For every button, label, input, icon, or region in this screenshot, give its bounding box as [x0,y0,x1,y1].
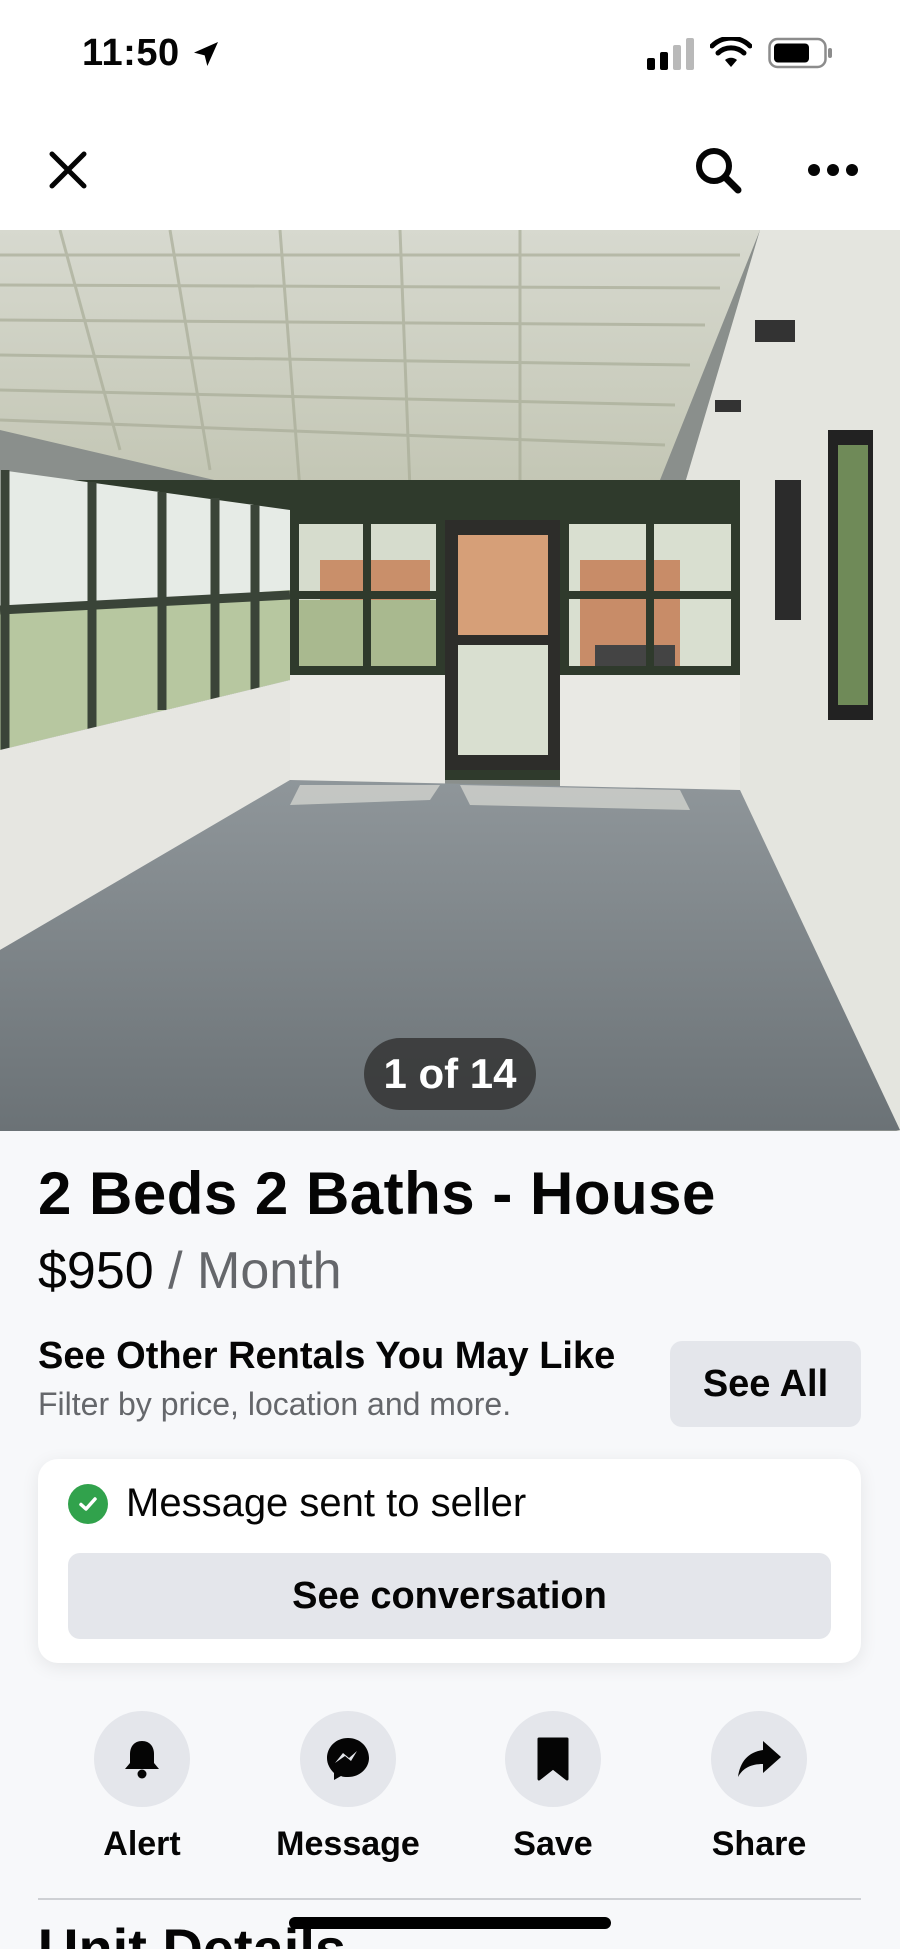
top-nav [0,110,900,230]
more-options-button[interactable] [801,138,865,202]
home-indicator[interactable] [289,1917,611,1929]
message-status: Message sent to seller [68,1481,526,1526]
message-button[interactable]: Message [248,1711,448,1864]
alert-button[interactable]: Alert [42,1711,242,1864]
close-icon [49,151,87,189]
section-divider [38,1898,861,1900]
share-circle [711,1711,807,1807]
message-label: Message [276,1825,420,1863]
sunroom-photo [0,230,900,1131]
messenger-icon [327,1738,369,1780]
close-button[interactable] [36,138,100,202]
message-circle [300,1711,396,1807]
bookmark-icon [537,1737,569,1781]
share-arrow-icon [738,1741,781,1777]
search-icon [696,148,742,194]
status-bar: 11:50 [0,0,900,110]
message-status-text: Message sent to seller [126,1481,527,1525]
action-bar: Alert Message Save Share [0,1711,900,1871]
status-icons [647,36,834,70]
battery-icon [768,37,832,69]
status-time-group: 11:50 [82,32,222,75]
listing-price: $950 / Month [38,1241,342,1301]
alert-label: Alert [103,1825,181,1863]
bell-icon [125,1741,159,1779]
listing-photo[interactable]: 1 of 14 [0,230,900,1131]
see-all-button[interactable]: See All [670,1341,861,1427]
other-rentals-subtext: Filter by price, location and more. [38,1386,512,1422]
save-label: Save [513,1825,593,1863]
message-sent-card: Message sent to seller See conversation [38,1459,861,1663]
listing-info: 2 Beds 2 Baths - House $950 / Month See … [0,1131,900,1949]
cellular-signal-icon [647,36,694,70]
other-rentals-section: See Other Rentals You May Like Filter by… [38,1335,638,1423]
check-circle-icon [68,1483,108,1524]
other-rentals-heading: See Other Rentals You May Like [38,1335,616,1377]
price-amount: $950 [38,1242,154,1300]
listing-title: 2 Beds 2 Baths - House [38,1160,716,1227]
photo-counter: 1 of 14 [364,1038,536,1110]
wifi-icon [710,37,752,67]
price-period: / Month [168,1242,342,1300]
more-dots-icon [808,164,858,176]
see-conversation-button[interactable]: See conversation [68,1553,831,1639]
save-button[interactable]: Save [453,1711,653,1864]
alert-circle [94,1711,190,1807]
search-button[interactable] [686,138,750,202]
share-button[interactable]: Share [659,1711,859,1864]
share-label: Share [711,1825,807,1863]
location-arrow-icon [193,41,218,66]
status-time: 11:50 [82,32,180,74]
save-circle [505,1711,601,1807]
